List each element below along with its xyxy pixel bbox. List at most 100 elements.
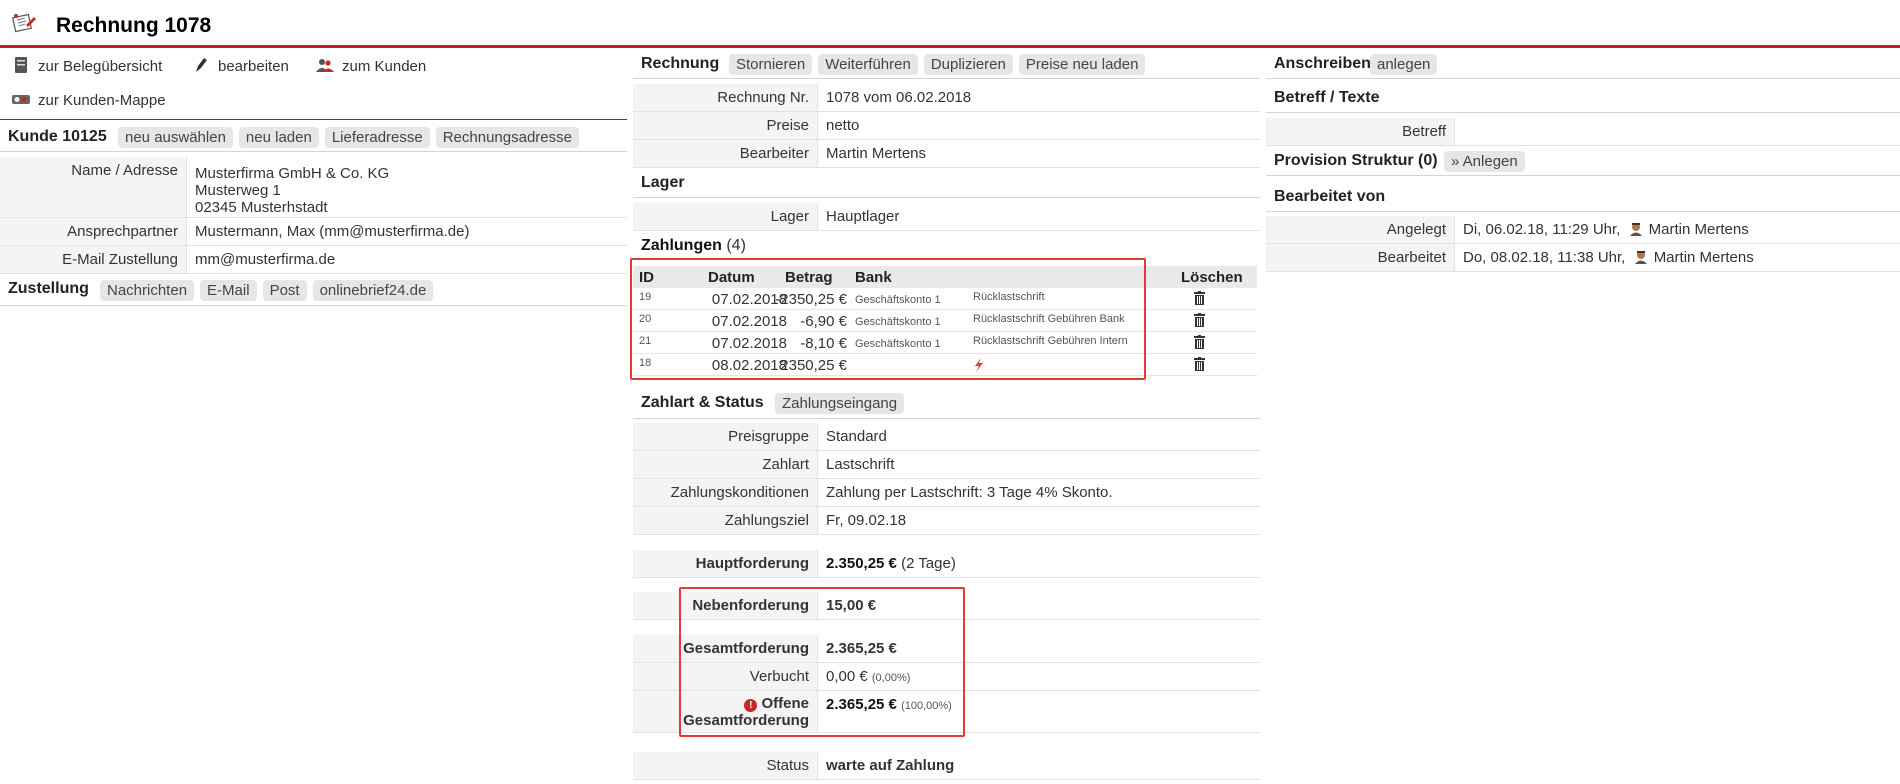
- commission-heading: Provision Struktur (0): [1274, 152, 1438, 169]
- payment-terms-label: Zahlungskonditionen: [633, 479, 818, 506]
- booked-value: 0,00 €: [826, 668, 868, 685]
- payment-amount: -6,90 €: [800, 313, 847, 330]
- address-line-city: 02345 Musterhstadt: [195, 199, 328, 216]
- edit-link[interactable]: bearbeiten: [192, 57, 289, 75]
- edit-link-label: bearbeiten: [218, 58, 289, 75]
- overview-link-label: zur Belegübersicht: [38, 58, 163, 75]
- customer-address-row: Name / Adresse Musterfirma GmbH & Co. KG…: [0, 157, 627, 218]
- customer-link[interactable]: zum Kunden: [316, 57, 426, 75]
- trash-icon[interactable]: [1194, 357, 1205, 371]
- customer-folder-link[interactable]: zur Kunden-Mappe: [12, 91, 166, 109]
- lightning-icon[interactable]: [973, 358, 985, 372]
- overview-link[interactable]: zur Belegübersicht: [12, 57, 162, 75]
- col-amount: Betrag: [785, 269, 833, 286]
- customer-section-header: Kunde 10125 neu auswählen neu laden Liefer…: [0, 122, 627, 152]
- duplicate-invoice-button[interactable]: Duplizieren: [923, 54, 1013, 75]
- prices-value: netto: [826, 117, 860, 134]
- modified-row: Bearbeitet Do, 08.02.18, 11:38 Uhr, Mart…: [1266, 244, 1900, 272]
- texts-section-header: Betreff / Texte: [1266, 83, 1900, 113]
- payment-amount: -2350,25 €: [775, 291, 847, 308]
- payment-note: Rücklastschrift Gebühren Bank: [973, 313, 1125, 325]
- letter-section-header: Anschreiben anlegen: [1266, 49, 1900, 79]
- customer-heading: Kunde 10125: [8, 128, 107, 145]
- total-claim-label: Gesamtforderung: [633, 635, 818, 662]
- payment-row: 20 07.02.2018 -6,90 € Geschäftskonto 1 R…: [633, 310, 1257, 332]
- created-user[interactable]: Martin Mertens: [1649, 221, 1749, 238]
- payment-method-label: Zahlart: [633, 451, 818, 478]
- status-value: warte auf Zahlung: [826, 757, 955, 774]
- due-date-value: Fr, 09.02.18: [826, 512, 907, 529]
- col-date: Datum: [708, 269, 755, 286]
- payment-bank: Geschäftskonto 1: [855, 338, 941, 350]
- trash-icon[interactable]: [1194, 313, 1205, 327]
- alert-icon: !: [744, 699, 758, 712]
- post-button[interactable]: Post: [262, 280, 307, 301]
- status-label: Status: [633, 752, 818, 779]
- cancel-invoice-button[interactable]: Stornieren: [729, 54, 813, 75]
- open-claim-label-line2: Gesamtforderung: [683, 712, 809, 729]
- delivery-section-header: Zustellung Nachrichten E-Mail Post onlinebr…: [0, 274, 627, 306]
- modified-date: Do, 08.02.18, 11:38 Uhr,: [1463, 249, 1626, 266]
- open-claim-label-line1: Offene: [761, 695, 809, 712]
- users-icon: [316, 59, 334, 72]
- continue-invoice-button[interactable]: Weiterführen: [818, 54, 918, 75]
- subject-row: Betreff: [1266, 118, 1900, 146]
- edited-by-heading: Bearbeitet von: [1274, 188, 1386, 205]
- address-label: Name / Adresse: [0, 157, 187, 217]
- open-claim-label: ! Offene Gesamtforderung: [633, 691, 818, 732]
- subject-label: Betreff: [1266, 118, 1455, 145]
- address-value: Musterfirma GmbH & Co. KG Musterweg 1 02…: [187, 160, 389, 216]
- due-date-label: Zahlungsziel: [633, 507, 818, 534]
- messages-button[interactable]: Nachrichten: [100, 280, 195, 301]
- subject-value[interactable]: [1455, 118, 1463, 123]
- payment-row: 21 07.02.2018 -8,10 € Geschäftskonto 1 R…: [633, 332, 1257, 354]
- total-claim-value: 2.365,25 €: [826, 640, 897, 657]
- main-claim-label: Hauptforderung: [633, 550, 818, 577]
- contact-label: Ansprechpartner: [0, 218, 187, 245]
- col-bank: Bank: [855, 269, 892, 286]
- billing-address-button[interactable]: Rechnungsadresse: [435, 127, 579, 148]
- document-icon: [15, 57, 27, 73]
- address-line-company: Musterfirma GmbH & Co. KG: [195, 165, 390, 182]
- user-avatar-icon: [1634, 251, 1647, 264]
- payment-terms-row: Zahlungskonditionen Zahlung per Lastschr…: [633, 479, 1260, 507]
- payment-terms-value: Zahlung per Lastschrift: 3 Tage 4% Skont…: [826, 484, 1113, 501]
- commission-section-header: Provision Struktur (0) » Anlegen: [1266, 146, 1900, 176]
- invoice-icon: [12, 13, 36, 33]
- payment-status-section-header: Zahlart & Status Zahlungseingang: [633, 388, 1260, 419]
- payments-heading-label: Zahlungen: [641, 237, 722, 254]
- payments-heading: Zahlungen (4): [641, 237, 746, 255]
- due-date-row: Zahlungsziel Fr, 09.02.18: [633, 507, 1260, 535]
- onlinebrief-button[interactable]: onlinebrief24.de: [312, 280, 434, 301]
- open-claim-value: 2.365,25 €: [826, 696, 897, 713]
- main-claim-row: Hauptforderung 2.350,25 € (2 Tage): [633, 550, 1260, 578]
- reload-customer-button[interactable]: neu laden: [238, 127, 319, 148]
- email-delivery-row: E-Mail Zustellung mm@musterfirma.de: [0, 246, 627, 274]
- modified-user[interactable]: Martin Mertens: [1654, 249, 1754, 266]
- stock-value: Hauptlager: [826, 208, 900, 225]
- payment-method-value: Lastschrift: [826, 456, 895, 473]
- payment-bank: Geschäftskonto 1: [855, 316, 941, 328]
- side-claim-row: Nebenforderung 15,00 €: [633, 592, 1260, 620]
- delivery-address-button[interactable]: Lieferadresse: [324, 127, 430, 148]
- customer-folder-link-label: zur Kunden-Mappe: [38, 92, 166, 109]
- email-button[interactable]: E-Mail: [200, 280, 257, 301]
- created-label: Angelegt: [1266, 216, 1455, 243]
- customer-link-label: zum Kunden: [342, 58, 427, 75]
- stock-row: Lager Hauptlager: [633, 203, 1260, 231]
- payment-receipt-button[interactable]: Zahlungseingang: [775, 393, 905, 414]
- select-new-customer-button[interactable]: neu auswählen: [118, 127, 233, 148]
- created-row: Angelegt Di, 06.02.18, 11:29 Uhr, Martin…: [1266, 216, 1900, 244]
- texts-heading: Betreff / Texte: [1274, 89, 1380, 106]
- page-title: Rechnung 1078: [56, 14, 212, 37]
- payment-amount: 2350,25 €: [780, 357, 847, 374]
- create-commission-button[interactable]: » Anlegen: [1444, 151, 1525, 172]
- trash-icon[interactable]: [1194, 335, 1205, 349]
- payment-amount: -8,10 €: [800, 335, 847, 352]
- trash-icon[interactable]: [1194, 291, 1205, 305]
- reload-prices-button[interactable]: Preise neu laden: [1018, 54, 1146, 75]
- stock-heading: Lager: [641, 174, 685, 191]
- create-letter-button[interactable]: anlegen: [1370, 54, 1438, 75]
- col-delete: Löschen: [1181, 269, 1243, 286]
- payment-row: 18 08.02.2018 2350,25 €: [633, 354, 1257, 376]
